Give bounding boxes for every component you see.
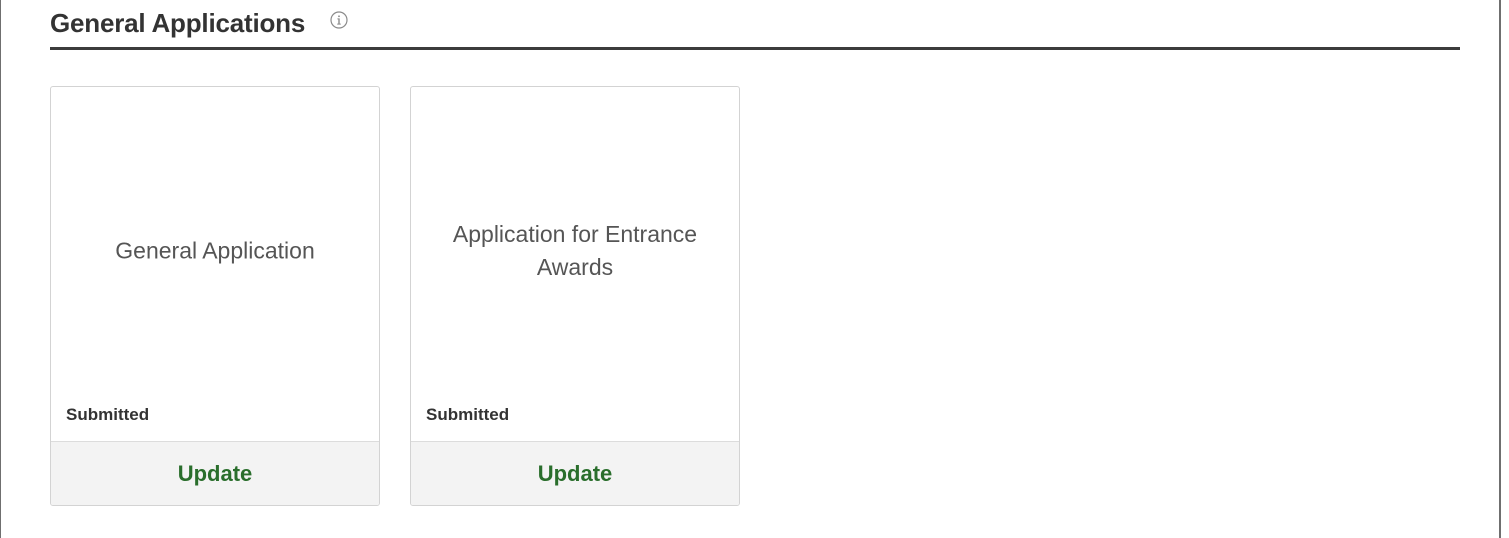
tile-title: General Application xyxy=(115,237,315,264)
tile-body[interactable]: General Application Submitted xyxy=(51,87,379,441)
info-circle-icon[interactable] xyxy=(330,11,348,29)
section-header: General Applications xyxy=(50,0,1460,50)
tile-footer: Update xyxy=(51,441,379,505)
status-label: Submitted xyxy=(426,405,510,424)
section-title: General Applications xyxy=(50,8,306,38)
update-button[interactable]: Update xyxy=(411,461,739,487)
tile-title: Application for Entrance Awards xyxy=(452,221,698,280)
status-label: Submitted xyxy=(66,405,150,424)
tile-body[interactable]: Application for Entrance Awards Submitte… xyxy=(411,87,739,441)
application-tile-entrance-awards[interactable]: Application for Entrance Awards Submitte… xyxy=(410,86,740,506)
application-tile-general[interactable]: General Application Submitted Update xyxy=(50,86,380,506)
tile-footer: Update xyxy=(411,441,739,505)
update-button[interactable]: Update xyxy=(51,461,379,487)
